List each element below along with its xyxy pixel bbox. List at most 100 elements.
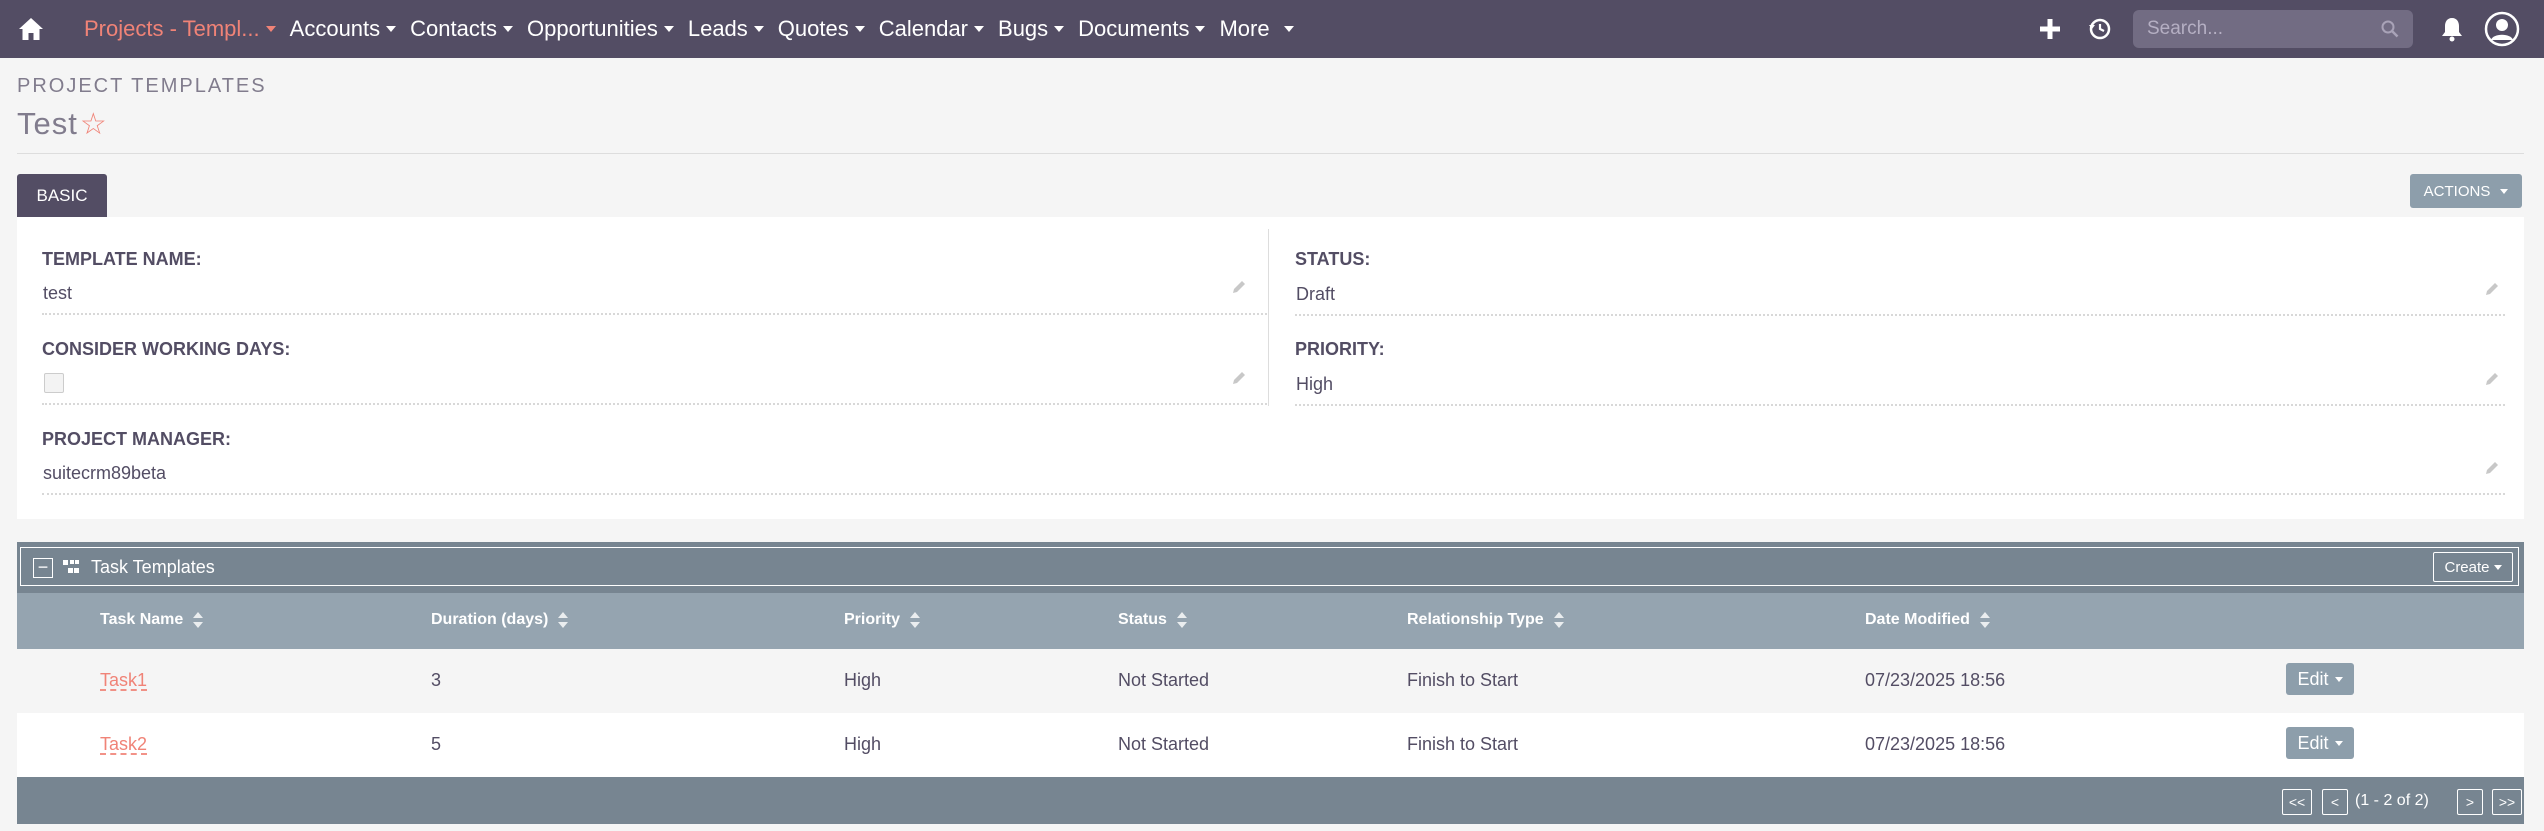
quick-create-button[interactable]: [2030, 9, 2070, 49]
task-templates-subpanel: − Task Templates Create Task Name Durati…: [17, 542, 2524, 824]
table-row: Task1 3 High Not Started Finish to Start…: [17, 649, 2524, 713]
nav-accounts-label: Accounts: [289, 16, 381, 41]
chevron-down-icon: [2493, 564, 2502, 570]
nav-documents-label: Documents: [1078, 16, 1190, 41]
nav-opportunities[interactable]: Opportunities: [527, 16, 674, 42]
nav-documents[interactable]: Documents: [1078, 16, 1206, 42]
module-title: PROJECT TEMPLATES: [17, 75, 267, 97]
nav-leads[interactable]: Leads: [688, 16, 764, 42]
chevron-down-icon: [2334, 740, 2343, 746]
edit-pencil-icon[interactable]: [2483, 370, 2501, 388]
nav-more[interactable]: More: [1219, 16, 1294, 42]
search-input[interactable]: [2133, 17, 2369, 41]
chevron-down-icon: [663, 26, 674, 32]
date-modified-cell: 07/23/2025 18:56: [1865, 670, 2006, 690]
status-cell: Not Started: [1118, 670, 1210, 690]
column-task-name[interactable]: Task Name: [100, 611, 204, 629]
notifications-button[interactable]: [2432, 9, 2472, 49]
first-page-button[interactable]: <<: [2282, 789, 2312, 815]
nav-contacts[interactable]: Contacts: [410, 16, 513, 42]
page-title: Test ☆: [17, 106, 108, 142]
column-label: Priority: [844, 611, 901, 628]
collapse-button[interactable]: −: [33, 558, 53, 578]
nav-accounts[interactable]: Accounts: [290, 16, 397, 42]
sort-icon: [193, 612, 204, 628]
last-page-button[interactable]: >>: [2492, 789, 2522, 815]
edit-pencil-icon[interactable]: [1230, 278, 1248, 296]
chevron-down-icon: [854, 26, 865, 32]
chevron-down-icon: [386, 26, 397, 32]
subpanel-title[interactable]: Task Templates: [91, 557, 215, 578]
relationship-cell: Finish to Start: [1407, 670, 1519, 690]
field-underline: [1295, 404, 2505, 406]
edit-label: Edit: [2297, 668, 2329, 689]
project-manager-value: suitecrm89beta: [43, 463, 167, 483]
working-days-checkbox[interactable]: [44, 373, 64, 393]
header-divider: [17, 153, 2524, 154]
nav-leads-label: Leads: [687, 16, 748, 41]
prev-page-button[interactable]: <: [2322, 789, 2348, 815]
chevron-down-icon: [1195, 26, 1206, 32]
edit-label: Edit: [2297, 732, 2329, 753]
chevron-down-icon: [974, 26, 985, 32]
chevron-down-icon: [1283, 26, 1294, 32]
column-date-modified[interactable]: Date Modified: [1865, 611, 1990, 629]
row-edit-button[interactable]: Edit: [2286, 727, 2354, 759]
duration-cell: 3: [431, 670, 442, 690]
project-manager-label: PROJECT MANAGER:: [42, 429, 232, 449]
actions-label: ACTIONS: [2423, 182, 2491, 200]
working-days-label: CONSIDER WORKING DAYS:: [42, 339, 291, 359]
priority-label: PRIORITY:: [1295, 339, 1385, 359]
duration-cell: 5: [431, 734, 442, 754]
plus-icon: [2040, 19, 2060, 39]
status-value: Draft: [1296, 284, 1336, 304]
search-icon[interactable]: [2381, 20, 2399, 38]
field-underline: [42, 403, 1267, 405]
subpanel-header: − Task Templates Create: [17, 542, 2524, 593]
next-page-button[interactable]: >: [2457, 789, 2483, 815]
task-name-link[interactable]: Task2: [100, 734, 147, 755]
create-button[interactable]: Create: [2433, 552, 2513, 582]
sort-icon: [1979, 612, 1990, 628]
column-relationship-type[interactable]: Relationship Type: [1407, 611, 1564, 629]
table-row: Task2 5 High Not Started Finish to Start…: [17, 713, 2524, 777]
column-divider: [1268, 229, 1269, 406]
user-icon: [2484, 11, 2520, 47]
column-priority[interactable]: Priority: [844, 611, 921, 629]
status-cell: Not Started: [1118, 734, 1210, 754]
table-header: Task Name Duration (days) Priority Statu…: [17, 593, 2524, 649]
row-edit-button[interactable]: Edit: [2286, 663, 2354, 695]
nav-bugs[interactable]: Bugs: [998, 16, 1065, 42]
column-label: Task Name: [100, 611, 184, 628]
create-label: Create: [2444, 558, 2490, 576]
chevron-down-icon: [2334, 676, 2343, 682]
actions-button[interactable]: ACTIONS: [2410, 174, 2522, 208]
column-label: Duration (days): [431, 611, 549, 628]
user-menu-button[interactable]: [2482, 9, 2522, 49]
edit-pencil-icon[interactable]: [2483, 280, 2501, 298]
recently-viewed-button[interactable]: [2080, 9, 2120, 49]
nav-bugs-label: Bugs: [998, 16, 1049, 41]
field-underline: [1295, 314, 2505, 316]
nav-projects-label: Projects - Templ...: [84, 16, 260, 41]
nav-projects-templates[interactable]: Projects - Templ...: [84, 16, 276, 42]
edit-pencil-icon[interactable]: [2483, 459, 2501, 477]
favorite-star-icon[interactable]: ☆: [80, 107, 108, 142]
column-duration[interactable]: Duration (days): [431, 611, 569, 629]
edit-pencil-icon[interactable]: [1230, 369, 1248, 387]
record-title-text: Test: [17, 106, 78, 141]
column-status[interactable]: Status: [1118, 611, 1187, 629]
history-icon: [2089, 18, 2111, 40]
page-range-text: (1 - 2 of 2): [2355, 792, 2429, 809]
date-modified-cell: 07/23/2025 18:56: [1865, 734, 2006, 754]
sort-icon: [1176, 612, 1187, 628]
task-name-link[interactable]: Task1: [100, 670, 147, 691]
nav-quotes[interactable]: Quotes: [778, 16, 865, 42]
priority-value: High: [1296, 374, 1334, 394]
nav-calendar[interactable]: Calendar: [879, 16, 985, 42]
home-button[interactable]: [0, 0, 62, 58]
global-search[interactable]: [2133, 10, 2413, 48]
tab-basic[interactable]: BASIC: [17, 174, 107, 217]
status-label: STATUS:: [1295, 249, 1371, 269]
template-name-value: test: [43, 283, 73, 303]
